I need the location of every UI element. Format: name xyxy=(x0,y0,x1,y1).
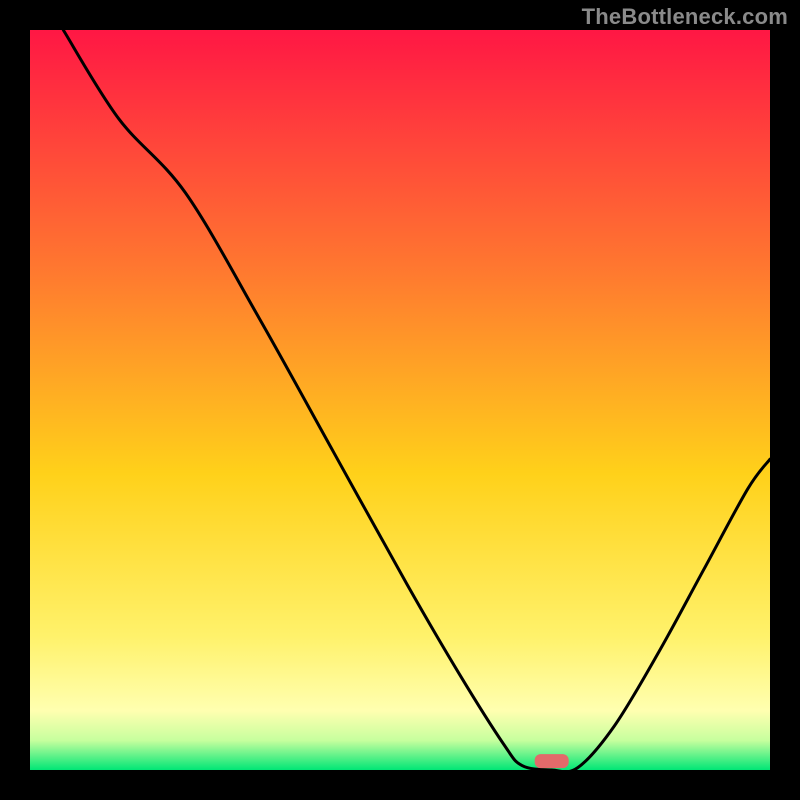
chart-frame: TheBottleneck.com xyxy=(0,0,800,800)
chart-svg xyxy=(0,0,800,800)
optimum-marker xyxy=(535,754,569,768)
plot-background xyxy=(30,30,770,770)
watermark-text: TheBottleneck.com xyxy=(582,4,788,30)
